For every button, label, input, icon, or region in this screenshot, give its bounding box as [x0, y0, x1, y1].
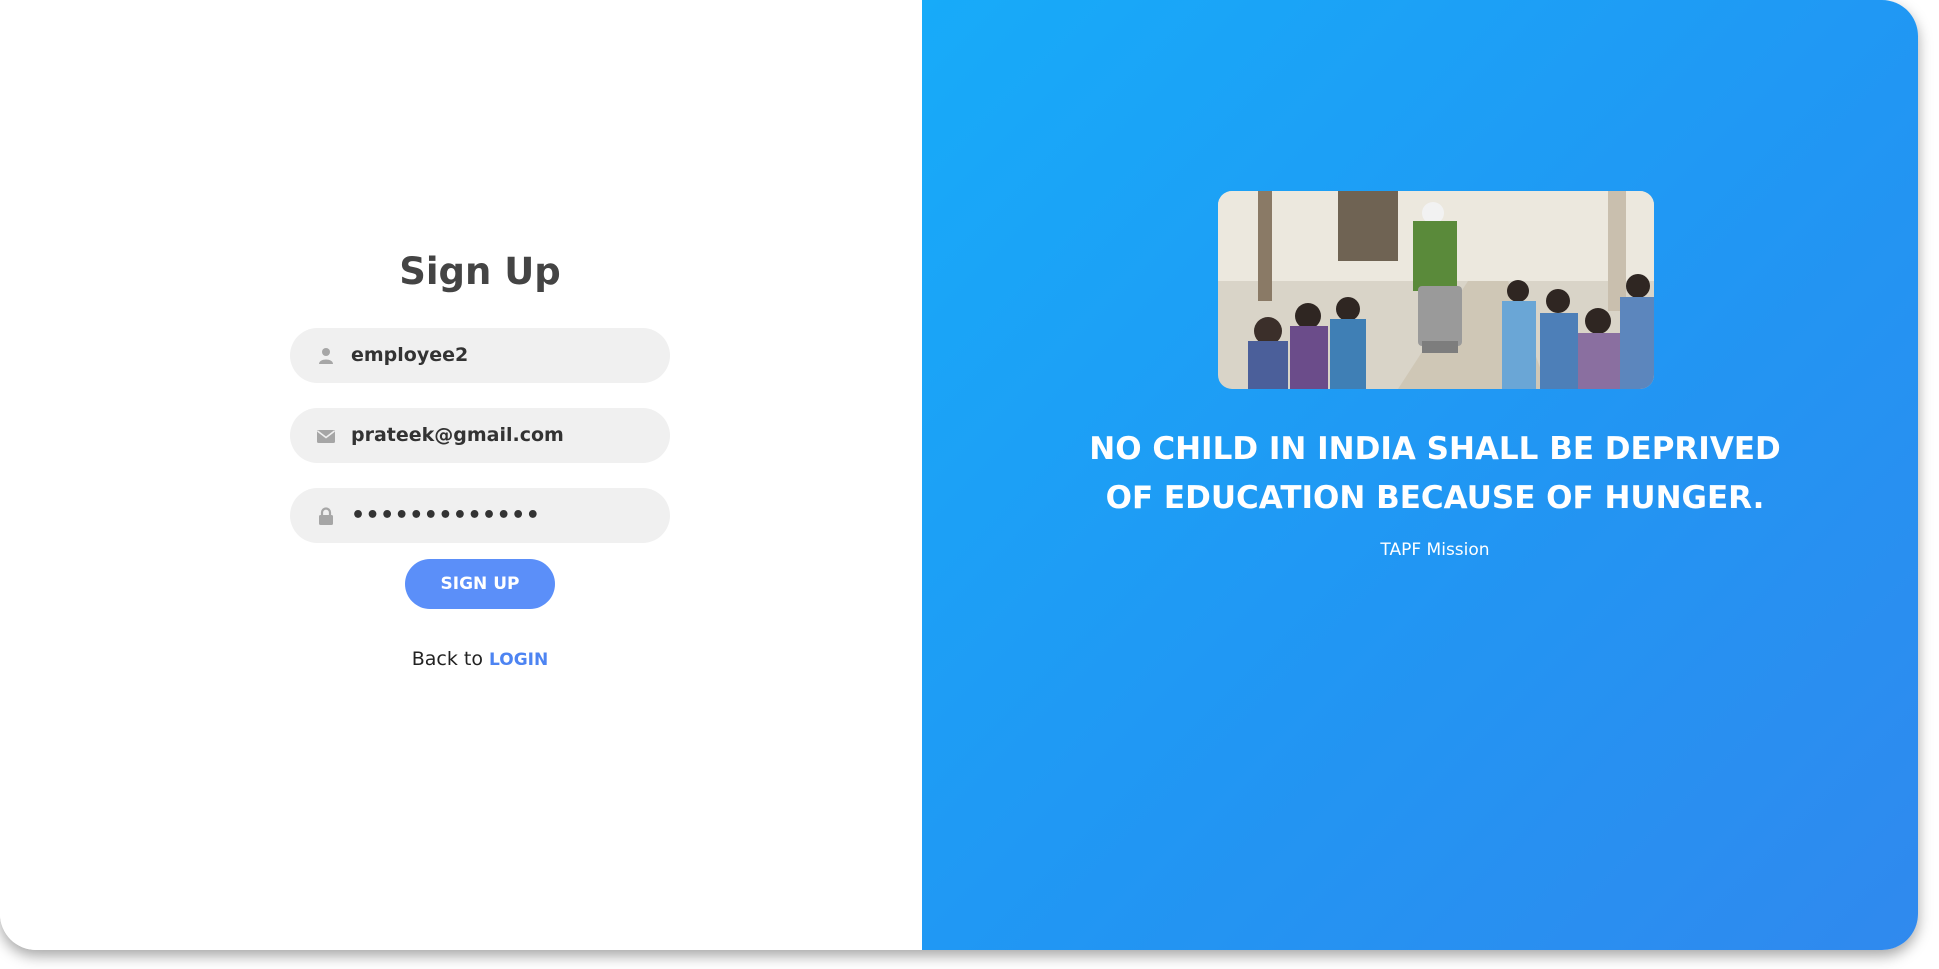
email-value[interactable]: prateek@gmail.com [351, 408, 564, 463]
email-field[interactable]: prateek@gmail.com [290, 408, 670, 463]
username-field[interactable]: employee2 [290, 328, 670, 383]
username-value[interactable]: employee2 [351, 328, 468, 383]
password-value[interactable]: ••••••••••••• [351, 488, 540, 543]
back-to-login: Back to LOGIN [0, 648, 960, 670]
lock-icon [316, 506, 336, 526]
password-field[interactable]: ••••••••••••• [290, 488, 670, 543]
signup-button[interactable]: SIGN UP [405, 559, 555, 609]
login-link[interactable]: LOGIN [489, 650, 548, 670]
user-icon [316, 346, 336, 366]
mission-quote: NO CHILD IN INDIA SHALL BE DEPRIVED OF E… [1050, 425, 1820, 523]
children-midday-meal-photo [1218, 191, 1654, 389]
page-title: Sign Up [399, 250, 561, 293]
signup-panel [0, 0, 922, 950]
mission-caption: TAPF Mission [1380, 540, 1490, 560]
back-text: Back to [411, 648, 483, 670]
envelope-icon [316, 426, 336, 446]
quote-line-1: NO CHILD IN INDIA SHALL BE DEPRIVED [1089, 431, 1781, 467]
quote-line-2: OF EDUCATION BECAUSE OF HUNGER. [1105, 480, 1765, 516]
